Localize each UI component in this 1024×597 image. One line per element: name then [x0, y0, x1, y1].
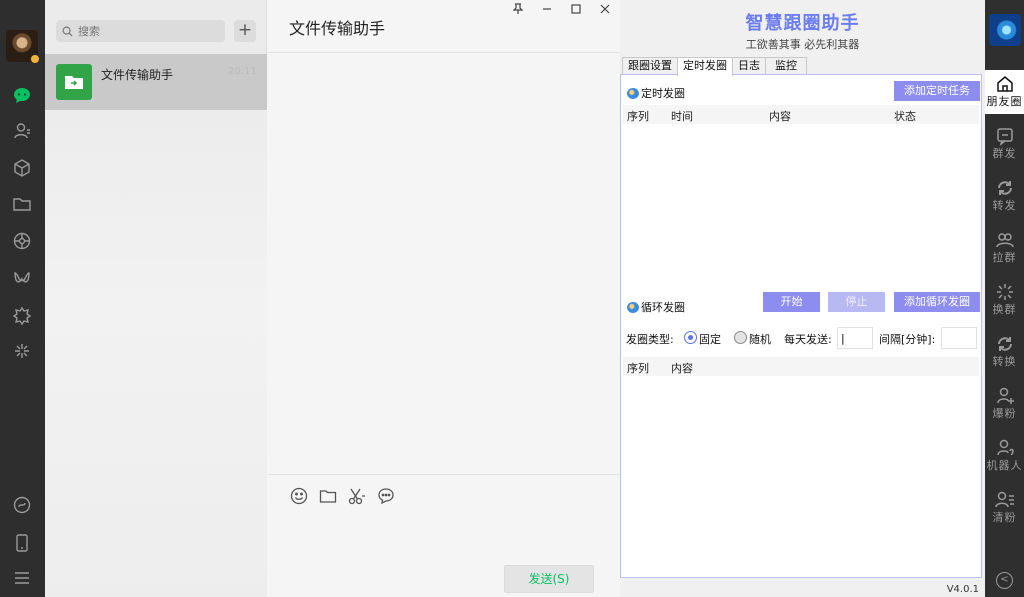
chat-icon[interactable]: [10, 83, 34, 107]
add-loop-post-button[interactable]: 添加循环发圈: [894, 292, 980, 312]
channels-icon[interactable]: [10, 267, 34, 291]
close-icon[interactable]: [597, 3, 613, 17]
file-transfer-avatar-icon: [56, 64, 92, 100]
pin-icon[interactable]: [510, 3, 526, 17]
rail-item-convert[interactable]: 转换: [985, 330, 1024, 374]
add-user-icon: [996, 387, 1014, 404]
rail-item-clear-fans[interactable]: 清粉: [985, 486, 1024, 530]
emoji-icon[interactable]: [290, 487, 308, 505]
start-button[interactable]: 开始: [763, 292, 820, 312]
menu-icon[interactable]: [10, 566, 34, 590]
scheduled-post-panel: 定时发圈 添加定时任务 序列 时间 内容 状态 循环发圈 开始 停止 添加循环发…: [620, 74, 982, 578]
add-chat-button[interactable]: +: [234, 20, 256, 42]
col-time: 时间: [671, 110, 693, 123]
file-folder-icon[interactable]: [319, 487, 337, 505]
conversation-pane: 文件传输助手 发送(S): [268, 0, 620, 597]
tab-monitor[interactable]: 监控: [765, 57, 807, 75]
app-logo: [989, 14, 1021, 46]
maximize-icon[interactable]: [568, 3, 584, 17]
app-title: 智慧跟圈助手: [745, 13, 860, 34]
daily-send-input[interactable]: [837, 327, 873, 349]
folder-icon[interactable]: [10, 192, 34, 216]
tab-scheduled-post[interactable]: 定时发圈: [677, 57, 733, 76]
message-composer[interactable]: 发送(S): [268, 474, 620, 597]
section-icon: [627, 301, 639, 313]
rail-item-boost-fans[interactable]: 爆粉: [985, 382, 1024, 426]
chat-list-panel: + 文件传输助手 20:11: [45, 0, 267, 597]
chat-list-item[interactable]: 文件传输助手 20:11: [45, 54, 267, 110]
version-label: V4.0.1: [946, 584, 979, 595]
scheduled-table-header: 序列 时间 内容 状态: [623, 105, 979, 124]
loop-section-label: 循环发圈: [627, 299, 685, 315]
search-box[interactable]: [56, 20, 225, 42]
chat-history-icon[interactable]: [377, 487, 395, 505]
left-nav-rail: [0, 0, 45, 597]
send-button[interactable]: 发送(S): [504, 565, 594, 593]
loop-options-row: 发圈类型: 固定 随机 每天发送: 间隔[分钟]:: [626, 327, 981, 349]
mass-send-icon: [996, 128, 1013, 146]
phone-icon[interactable]: [10, 531, 34, 555]
chat-item-time: 20:11: [228, 66, 257, 77]
radio-random[interactable]: [734, 331, 747, 344]
add-scheduled-task-button[interactable]: 添加定时任务: [894, 81, 980, 101]
interval-label: 间隔[分钟]:: [879, 333, 936, 346]
feature-rail: 朋友圈 群发 转发 拉群 换群 转换 爆粉 机器人 清粉 <: [985, 0, 1024, 597]
col-index: 序列: [627, 362, 649, 375]
user-list-icon: [994, 491, 1014, 508]
convert-icon: [997, 337, 1012, 351]
post-type-label: 发圈类型:: [626, 333, 674, 346]
mini-program-panel-icon[interactable]: [10, 493, 34, 517]
search-icon: [62, 26, 73, 37]
user-avatar[interactable]: [6, 30, 40, 64]
radio-fixed-label: 固定: [699, 333, 721, 346]
radio-random-label: 随机: [749, 333, 771, 346]
assistant-tabs: 跟圈设置 定时发圈 日志 监控: [622, 57, 807, 76]
sparkle-icon: [996, 284, 1013, 300]
collapse-rail-button[interactable]: <: [996, 572, 1013, 589]
rail-item-forward[interactable]: 转发: [985, 174, 1024, 218]
screenshot-scissors-icon[interactable]: [348, 487, 366, 505]
rail-item-pull-group[interactable]: 拉群: [985, 226, 1024, 270]
conversation-title: 文件传输助手: [289, 19, 386, 38]
rail-item-switch-group[interactable]: 换群: [985, 278, 1024, 322]
interval-input[interactable]: [941, 327, 977, 349]
forward-icon: [997, 181, 1012, 195]
radio-fixed[interactable]: [684, 331, 697, 344]
mini-programs-icon[interactable]: [10, 304, 34, 328]
avatar-badge-icon: [30, 54, 40, 64]
moments-icon[interactable]: [10, 229, 34, 253]
col-status: 状态: [894, 110, 916, 123]
section-icon: [627, 87, 639, 99]
app-subtitle: 工欲善其事 必先利其器: [745, 38, 860, 51]
col-index: 序列: [627, 110, 649, 123]
rail-item-moments[interactable]: 朋友圈: [985, 70, 1024, 114]
search-input[interactable]: [78, 24, 218, 38]
group-icon: [995, 233, 1014, 248]
conversation-header: 文件传输助手: [268, 0, 620, 53]
assistant-panel: 智慧跟圈助手 工欲善其事 必先利其器 跟圈设置 定时发圈 日志 监控 定时发圈 …: [620, 0, 985, 597]
stop-button[interactable]: 停止: [828, 292, 885, 312]
col-content: 内容: [671, 362, 693, 375]
minimize-icon[interactable]: [539, 3, 555, 17]
rail-item-robot[interactable]: 机器人: [985, 434, 1024, 478]
tab-follow-settings[interactable]: 跟圈设置: [622, 57, 678, 75]
tab-log[interactable]: 日志: [732, 57, 766, 75]
col-content: 内容: [769, 110, 791, 123]
favorites-cube-icon[interactable]: [10, 156, 34, 180]
search-discover-icon[interactable]: [10, 339, 34, 363]
rail-item-mass-send[interactable]: 群发: [985, 122, 1024, 166]
contacts-icon[interactable]: [10, 119, 34, 143]
home-icon: [996, 76, 1013, 92]
scheduled-section-label: 定时发圈: [627, 85, 685, 101]
chat-item-name: 文件传输助手: [101, 68, 174, 82]
daily-send-label: 每天发送:: [784, 333, 832, 346]
loop-table-header: 序列 内容: [623, 357, 979, 376]
chat-list-empty-area: [45, 110, 267, 597]
robot-user-icon: [996, 439, 1014, 456]
